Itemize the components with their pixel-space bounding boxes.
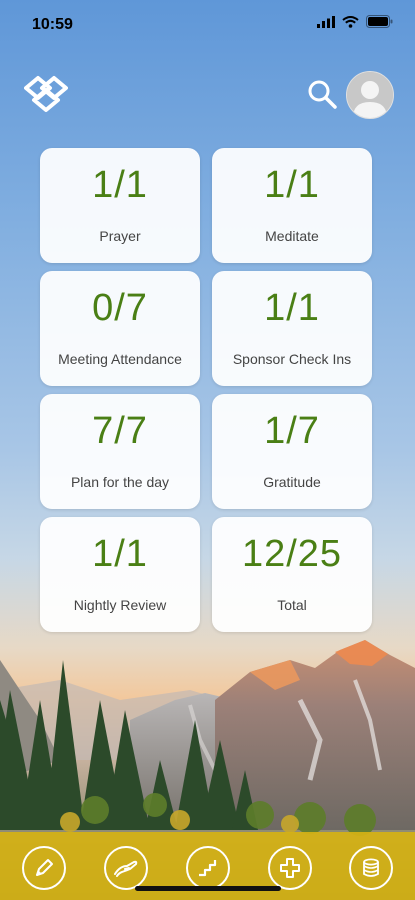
tile-label: Meditate	[265, 228, 319, 244]
tile-meditate[interactable]: 1/1 Meditate	[212, 148, 372, 263]
signal-icon	[317, 15, 335, 28]
tile-value: 1/1	[264, 164, 320, 206]
tile-label: Meeting Attendance	[58, 351, 182, 367]
tile-meeting-attendance[interactable]: 0/7 Meeting Attendance	[40, 271, 200, 386]
avatar-icon[interactable]	[346, 71, 394, 119]
tile-value: 1/1	[264, 287, 320, 329]
tile-plan-for-the-day[interactable]: 7/7 Plan for the day	[40, 394, 200, 509]
status-icons	[317, 15, 393, 28]
pencil-icon	[36, 859, 53, 876]
coins-icon	[363, 858, 379, 877]
battery-icon	[366, 15, 393, 28]
status-bar: 10:59	[0, 0, 415, 50]
helping-hand-icon	[114, 860, 138, 877]
app-logo-icon[interactable]	[24, 74, 68, 114]
home-indicator[interactable]	[135, 886, 281, 891]
tile-value: 0/7	[92, 287, 148, 329]
tile-value: 1/7	[264, 410, 320, 452]
wifi-icon	[342, 15, 359, 28]
tile-prayer[interactable]: 1/1 Prayer	[40, 148, 200, 263]
tile-label: Gratitude	[263, 474, 321, 490]
tile-value: 12/25	[241, 533, 343, 575]
tile-nightly-review[interactable]: 1/1 Nightly Review	[40, 517, 200, 632]
plus-icon	[280, 858, 300, 878]
tab-service[interactable]	[104, 846, 148, 890]
search-icon[interactable]	[306, 78, 338, 110]
tile-total[interactable]: 12/25 Total	[212, 517, 372, 632]
tile-label: Nightly Review	[73, 597, 167, 613]
steps-icon	[199, 860, 217, 877]
tile-gratitude[interactable]: 1/7 Gratitude	[212, 394, 372, 509]
tile-label: Plan for the day	[70, 474, 170, 490]
tab-finances[interactable]	[349, 846, 393, 890]
tile-label: Prayer	[99, 228, 141, 244]
tile-label: Total	[277, 597, 307, 613]
status-time: 10:59	[32, 16, 73, 33]
tile-value: 1/1	[92, 164, 148, 206]
tile-value: 1/1	[92, 533, 148, 575]
tab-add[interactable]	[268, 846, 312, 890]
tile-value: 7/7	[92, 410, 148, 452]
tab-steps[interactable]	[186, 846, 230, 890]
tab-journal[interactable]	[22, 846, 66, 890]
top-bar	[0, 68, 415, 120]
tile-sponsor-check-ins[interactable]: 1/1 Sponsor Check Ins	[212, 271, 372, 386]
tile-label: Sponsor Check Ins	[232, 351, 352, 367]
